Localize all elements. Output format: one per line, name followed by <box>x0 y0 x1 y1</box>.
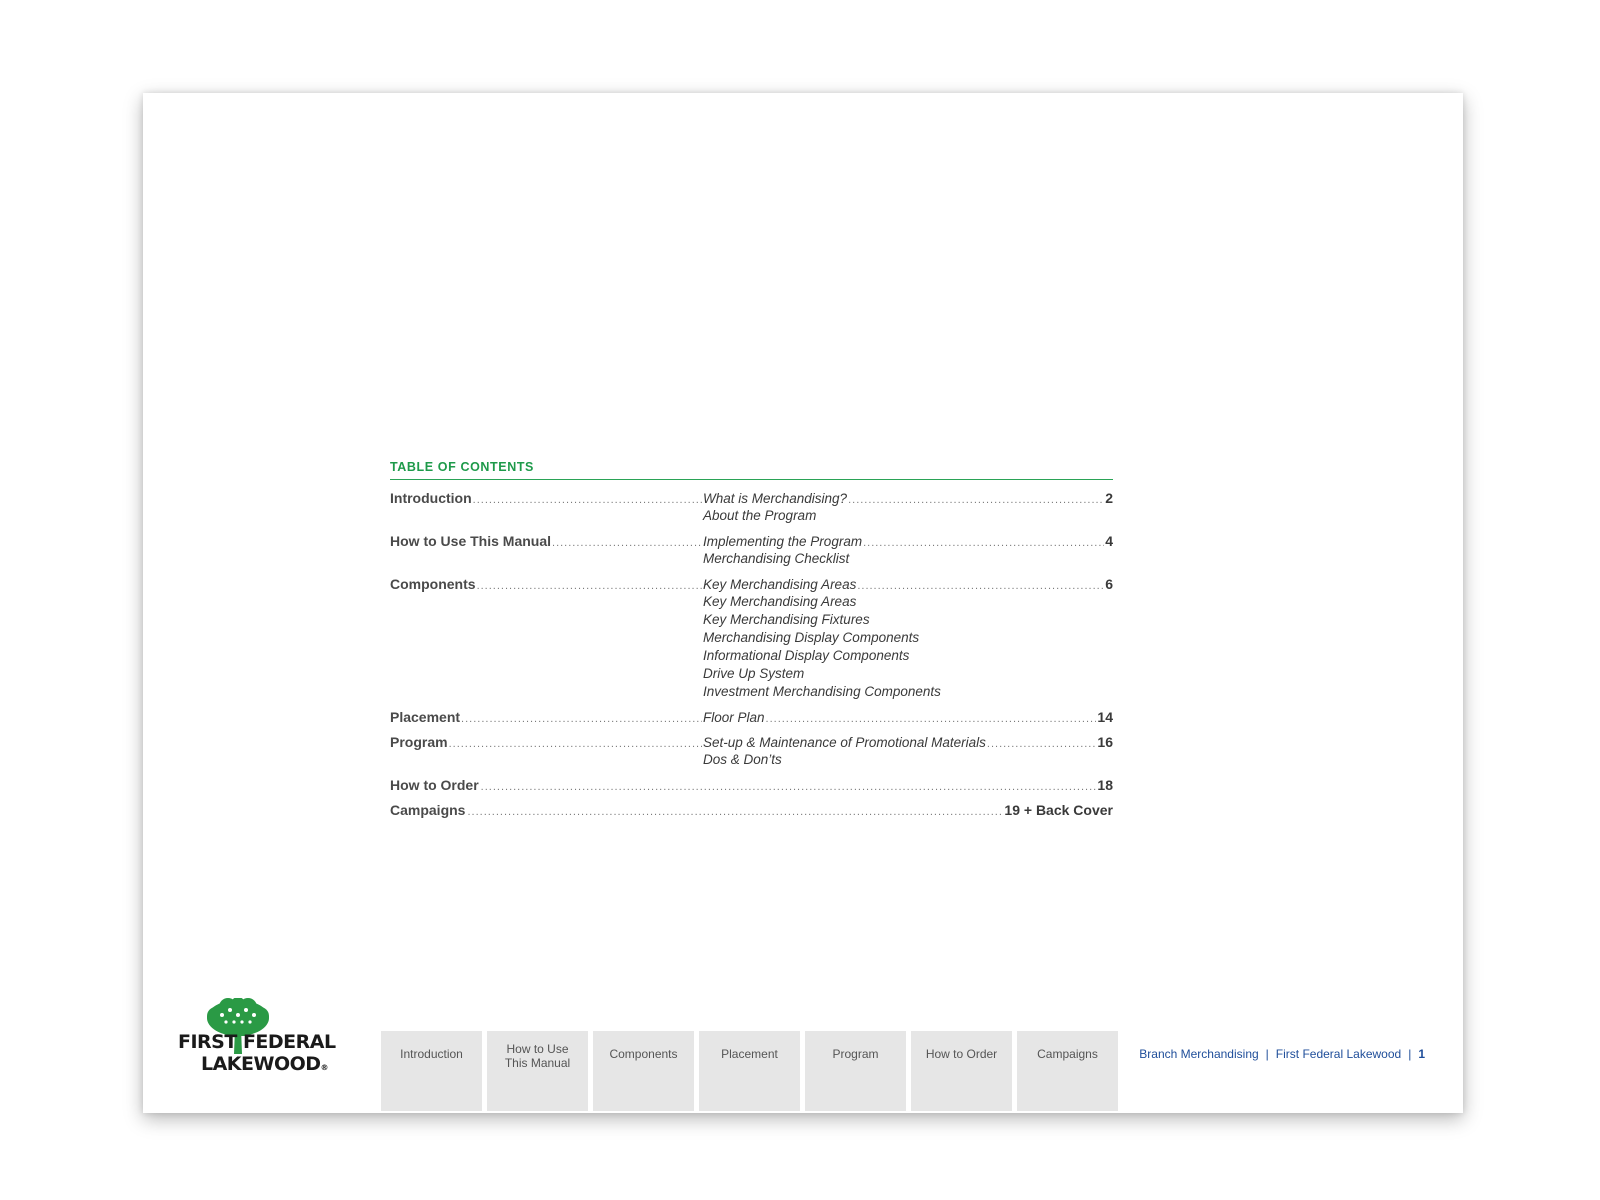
toc-entry-introduction: Introduction What is Merchandising? 2 Ab… <box>390 490 1113 526</box>
dot-leader <box>461 713 702 725</box>
toc-subsection: Informational Display Components <box>703 648 910 663</box>
dot-leader <box>467 806 1003 818</box>
toc-subsection: Dos & Don’ts <box>703 752 782 767</box>
dot-leader <box>449 738 702 750</box>
logo-text-line2: LAKEWOOD® <box>201 1053 329 1075</box>
toc-subsection: Key Merchandising Fixtures <box>703 612 870 627</box>
toc-entry-campaigns: Campaigns 19 + Back Cover <box>390 802 1113 820</box>
toc-section-title: How to Use This Manual <box>390 533 552 549</box>
footer-separator: | <box>1408 1047 1412 1061</box>
toc-subsection: Set-up & Maintenance of Promotional Mate… <box>703 735 986 750</box>
toc-section-title: Introduction <box>390 490 472 506</box>
toc-page-number: 2 <box>1105 490 1113 506</box>
toc-row[interactable]: Placement Floor Plan 14 <box>390 709 1113 727</box>
toc-subsection: Key Merchandising Areas <box>703 594 857 609</box>
toc-subsection: Merchandising Checklist <box>703 551 850 566</box>
toc-subsection: Investment Merchandising Components <box>703 684 941 699</box>
toc-row[interactable]: Components Key Merchandising Areas 6 <box>390 576 1113 594</box>
table-of-contents: TABLE OF CONTENTS Introduction What is M… <box>390 460 1113 827</box>
toc-section-title: Components <box>390 576 476 592</box>
toc-row[interactable]: How to Use This Manual Implementing the … <box>390 533 1113 551</box>
toc-entry-how-to-use: How to Use This Manual Implementing the … <box>390 533 1113 569</box>
toc-entry-program: Program Set-up & Maintenance of Promotio… <box>390 734 1113 770</box>
toc-row[interactable]: Program Set-up & Maintenance of Promotio… <box>390 734 1113 752</box>
toc-row[interactable]: Campaigns 19 + Back Cover <box>390 802 1113 820</box>
toc-entry-placement: Placement Floor Plan 14 <box>390 709 1113 727</box>
tab-placement[interactable]: Placement <box>699 1031 800 1111</box>
dot-leader <box>848 494 1104 506</box>
tab-introduction[interactable]: Introduction <box>381 1031 482 1111</box>
toc-row[interactable]: How to Order 18 <box>390 777 1113 795</box>
logo-text-line1: FIRST FEDERAL <box>178 1031 336 1053</box>
toc-page-number: 14 <box>1097 709 1113 725</box>
tab-how-to-use[interactable]: How to Use This Manual <box>487 1031 588 1111</box>
dot-leader <box>987 738 1097 750</box>
toc-section-title: Program <box>390 734 448 750</box>
section-nav-tabs: Introduction How to Use This Manual Compo… <box>381 1031 1118 1111</box>
first-federal-lakewood-logo: FIRST FEDERAL LAKEWOOD® <box>178 998 336 1076</box>
toc-section-title: Campaigns <box>390 802 466 818</box>
dot-leader <box>766 713 1097 725</box>
toc-subsection: Floor Plan <box>703 710 765 725</box>
toc-page-number: 6 <box>1105 576 1113 592</box>
footer-section-name: Branch Merchandising <box>1139 1047 1259 1061</box>
toc-page-number: 4 <box>1105 533 1113 549</box>
dot-leader <box>473 494 702 506</box>
footer-separator: | <box>1265 1047 1269 1061</box>
toc-section-title: Placement <box>390 709 461 725</box>
dot-leader <box>481 781 1097 793</box>
tab-how-to-order[interactable]: How to Order <box>911 1031 1012 1111</box>
toc-page-number: 16 <box>1097 734 1113 750</box>
toc-subsection: Key Merchandising Areas <box>703 577 857 592</box>
toc-row[interactable]: Introduction What is Merchandising? 2 <box>390 490 1113 508</box>
tab-campaigns[interactable]: Campaigns <box>1017 1031 1118 1111</box>
toc-subsection: Merchandising Display Components <box>703 630 920 645</box>
dot-leader <box>857 580 1104 592</box>
toc-subsection: About the Program <box>703 508 817 523</box>
dot-leader <box>477 580 702 592</box>
toc-subsection: Implementing the Program <box>703 534 863 549</box>
dot-leader <box>863 537 1104 549</box>
toc-entry-components: Components Key Merchandising Areas 6 Key… <box>390 576 1113 702</box>
toc-page-number: 18 <box>1097 777 1113 793</box>
tab-program[interactable]: Program <box>805 1031 906 1111</box>
dot-leader <box>552 537 702 549</box>
tab-components[interactable]: Components <box>593 1031 694 1111</box>
footer-meta: Branch Merchandising | First Federal Lakew… <box>1139 1047 1425 1061</box>
footer-org-name: First Federal Lakewood <box>1275 1047 1402 1061</box>
toc-section-title: How to Order <box>390 777 479 793</box>
footer-page-number: 1 <box>1418 1047 1425 1061</box>
toc-entry-how-to-order: How to Order 18 <box>390 777 1113 795</box>
toc-heading: TABLE OF CONTENTS <box>390 460 1113 480</box>
toc-page-number: 19 + Back Cover <box>1004 802 1113 818</box>
toc-subsection: Drive Up System <box>703 666 805 681</box>
toc-subsection: What is Merchandising? <box>703 491 848 506</box>
